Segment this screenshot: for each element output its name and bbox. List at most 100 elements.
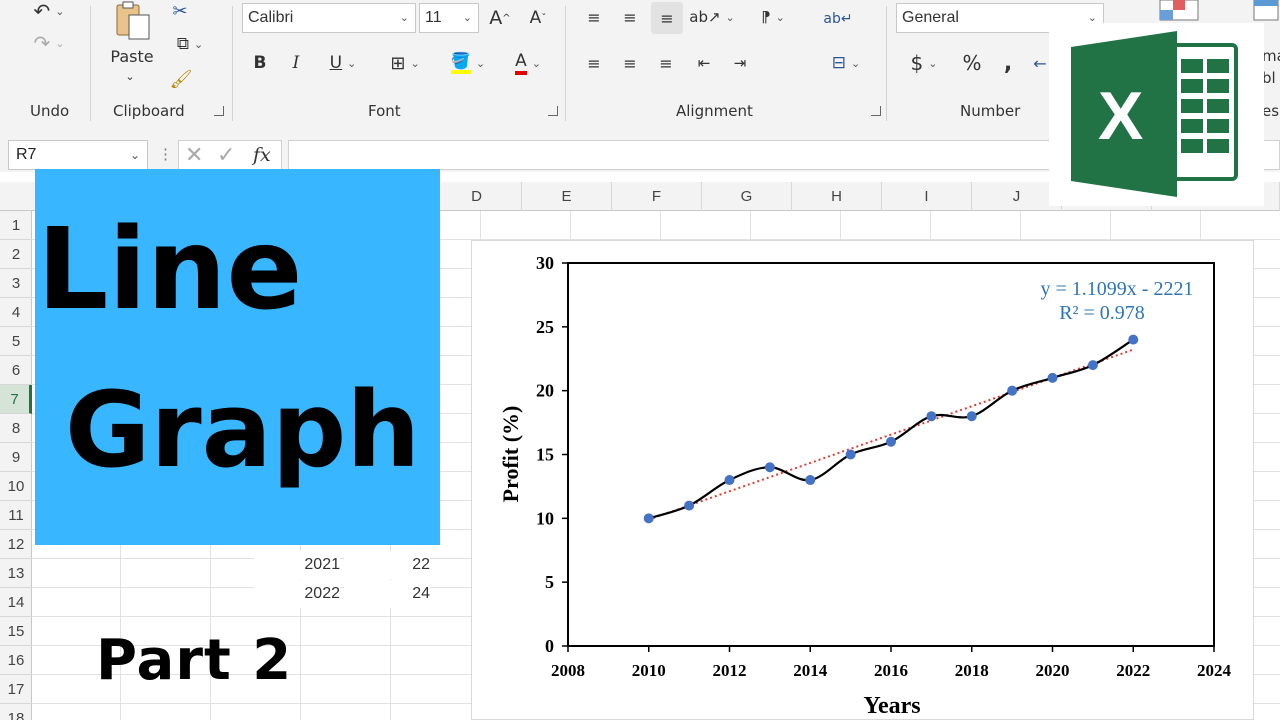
row-header-18[interactable]: 18 bbox=[0, 704, 32, 720]
row-header-3[interactable]: 3 bbox=[0, 269, 32, 298]
font-color-icon[interactable]: A ⌄ bbox=[504, 48, 552, 78]
merge-center-icon[interactable]: ⊟ ⌄ bbox=[822, 50, 870, 76]
column-header-g[interactable]: G bbox=[702, 182, 792, 211]
format-painter-icon[interactable]: 🖌 bbox=[168, 66, 194, 92]
row-header-13[interactable]: 13 bbox=[0, 559, 32, 588]
row-header-4[interactable]: 4 bbox=[0, 298, 32, 327]
chevron-down-icon: ⌄ bbox=[399, 12, 409, 24]
name-box-value: R7 bbox=[16, 146, 37, 163]
align-bottom-icon[interactable]: ≡ bbox=[651, 2, 683, 34]
cut-icon[interactable]: ✂ bbox=[168, 0, 192, 22]
paste-button[interactable]: Paste bbox=[104, 46, 160, 66]
row-header-7[interactable]: 7 bbox=[0, 385, 32, 414]
font-size-select[interactable]: 11 ⌄ bbox=[419, 3, 479, 33]
row-header-9[interactable]: 9 bbox=[0, 443, 32, 472]
data-point-2010[interactable] bbox=[643, 513, 654, 524]
copy-icon[interactable]: ⧉ ⌄ bbox=[166, 32, 214, 56]
increase-indent-icon[interactable]: ⇥ bbox=[726, 50, 754, 76]
row-header-17[interactable]: 17 bbox=[0, 675, 32, 704]
data-point-2013[interactable] bbox=[764, 462, 775, 473]
decrease-indent-icon[interactable]: ⇤ bbox=[690, 50, 718, 76]
x-tick-label: 2022 bbox=[1116, 661, 1150, 680]
column-header-f[interactable]: F bbox=[612, 182, 702, 211]
comma-style-icon[interactable]: , bbox=[996, 48, 1020, 78]
insert-function-icon[interactable]: fx bbox=[253, 141, 271, 169]
row-header-2[interactable]: 2 bbox=[0, 240, 32, 269]
data-point-2016[interactable] bbox=[886, 436, 896, 447]
align-middle-icon[interactable]: ≡ bbox=[616, 4, 644, 30]
row-header-6[interactable]: 6 bbox=[0, 356, 32, 385]
decrease-font-icon[interactable]: Aˇ bbox=[524, 4, 552, 32]
redo-button[interactable]: ↷ ⌄ bbox=[24, 30, 74, 56]
data-point-2021[interactable] bbox=[1087, 360, 1098, 371]
column-header-d[interactable]: D bbox=[432, 182, 522, 211]
row-headers: 1 2 3 4 5 6 7 8 9 10 11 12 13 14 15 16 17 18 bbox=[0, 211, 32, 720]
align-top-icon[interactable]: ≡ bbox=[580, 4, 608, 30]
row-header-10[interactable]: 10 bbox=[0, 472, 32, 501]
increase-font-icon[interactable]: A ^ bbox=[486, 4, 514, 32]
data-point-2018[interactable] bbox=[966, 411, 977, 422]
paste-dropdown-icon[interactable]: ⌄ bbox=[120, 68, 140, 84]
cell-year[interactable]: 2021 bbox=[254, 551, 340, 579]
italic-button[interactable]: I bbox=[284, 50, 308, 76]
align-left-icon[interactable]: ≡ bbox=[580, 50, 608, 76]
data-point-2012[interactable] bbox=[724, 475, 735, 486]
format-table-icon[interactable] bbox=[1252, 0, 1280, 22]
row-header-15[interactable]: 15 bbox=[0, 617, 32, 646]
line-chart[interactable]: 0 5 10 15 20 25 30 2008 2010 2012 2014 2016 2018 2020… bbox=[471, 240, 1254, 720]
chevron-down-icon: ⌄ bbox=[462, 12, 472, 24]
underline-button[interactable]: U ⌄ bbox=[320, 50, 366, 76]
name-box[interactable]: R7 ⌄ bbox=[8, 140, 148, 170]
title-line-2: Graph bbox=[65, 369, 421, 491]
row-header-8[interactable]: 8 bbox=[0, 414, 32, 443]
more-options-icon[interactable]: ⋮ bbox=[158, 145, 173, 165]
row-header-5[interactable]: 5 bbox=[0, 327, 32, 356]
series-line bbox=[648, 338, 1134, 520]
row-header-16[interactable]: 16 bbox=[0, 646, 32, 675]
row-header-14[interactable]: 14 bbox=[0, 588, 32, 617]
y-tick-label: 30 bbox=[536, 253, 554, 273]
cell-value[interactable]: 22 bbox=[344, 551, 430, 579]
x-tick-label: 2010 bbox=[632, 661, 666, 680]
paragraph-direction-icon[interactable]: ⁋ ⌄ bbox=[750, 4, 796, 30]
currency-icon[interactable]: $ ⌄ bbox=[900, 48, 948, 78]
align-right-icon[interactable]: ≡ bbox=[652, 50, 680, 76]
orientation-icon[interactable]: ab↗ ⌄ bbox=[689, 4, 735, 30]
x-axis-label: Years bbox=[863, 693, 920, 719]
alignment-launcher-icon[interactable] bbox=[871, 106, 881, 116]
undo-button[interactable]: ↶ ⌄ bbox=[24, 0, 74, 23]
trendline-r-squared: R² = 0.978 bbox=[1059, 302, 1145, 324]
font-family-select[interactable]: Calibri ⌄ bbox=[242, 3, 416, 33]
percent-icon[interactable]: % bbox=[958, 48, 986, 78]
column-header-h[interactable]: H bbox=[792, 182, 882, 211]
borders-icon[interactable]: ⊞ ⌄ bbox=[380, 50, 430, 76]
cancel-icon[interactable]: ✕ bbox=[185, 141, 203, 169]
decimal-icon[interactable]: ← bbox=[1030, 48, 1050, 78]
data-point-2019[interactable] bbox=[1007, 385, 1018, 396]
data-point-2015[interactable] bbox=[845, 449, 856, 460]
row-header-1[interactable]: 1 bbox=[0, 211, 32, 240]
cell-year[interactable]: 2022 bbox=[254, 580, 340, 608]
data-point-2014[interactable] bbox=[805, 475, 816, 486]
row-header-12[interactable]: 12 bbox=[0, 530, 32, 559]
bold-button[interactable]: B bbox=[248, 50, 272, 76]
wrap-text-icon[interactable]: ab↵ bbox=[822, 4, 854, 34]
clipboard-launcher-icon[interactable] bbox=[214, 106, 224, 116]
align-center-icon[interactable]: ≡ bbox=[616, 50, 644, 76]
trendline-equation: y = 1.1099x - 2221 bbox=[1041, 278, 1194, 300]
row-header-11[interactable]: 11 bbox=[0, 501, 32, 530]
data-point-2017[interactable] bbox=[926, 411, 937, 422]
paste-icon[interactable] bbox=[112, 0, 154, 44]
cell-value[interactable]: 24 bbox=[344, 580, 430, 608]
column-header-e[interactable]: E bbox=[522, 182, 612, 211]
separator bbox=[90, 6, 91, 121]
data-point-2022[interactable] bbox=[1128, 334, 1139, 345]
conditional-format-icon[interactable] bbox=[1158, 0, 1200, 22]
data-point-2020[interactable] bbox=[1047, 372, 1058, 383]
column-header-i[interactable]: I bbox=[882, 182, 972, 211]
fill-color-icon[interactable]: 🪣 ⌄ bbox=[444, 48, 492, 78]
data-point-2011[interactable] bbox=[684, 500, 695, 511]
enter-icon[interactable]: ✓ bbox=[217, 141, 235, 169]
x-tick-label: 2012 bbox=[713, 661, 747, 680]
font-launcher-icon[interactable] bbox=[548, 106, 558, 116]
